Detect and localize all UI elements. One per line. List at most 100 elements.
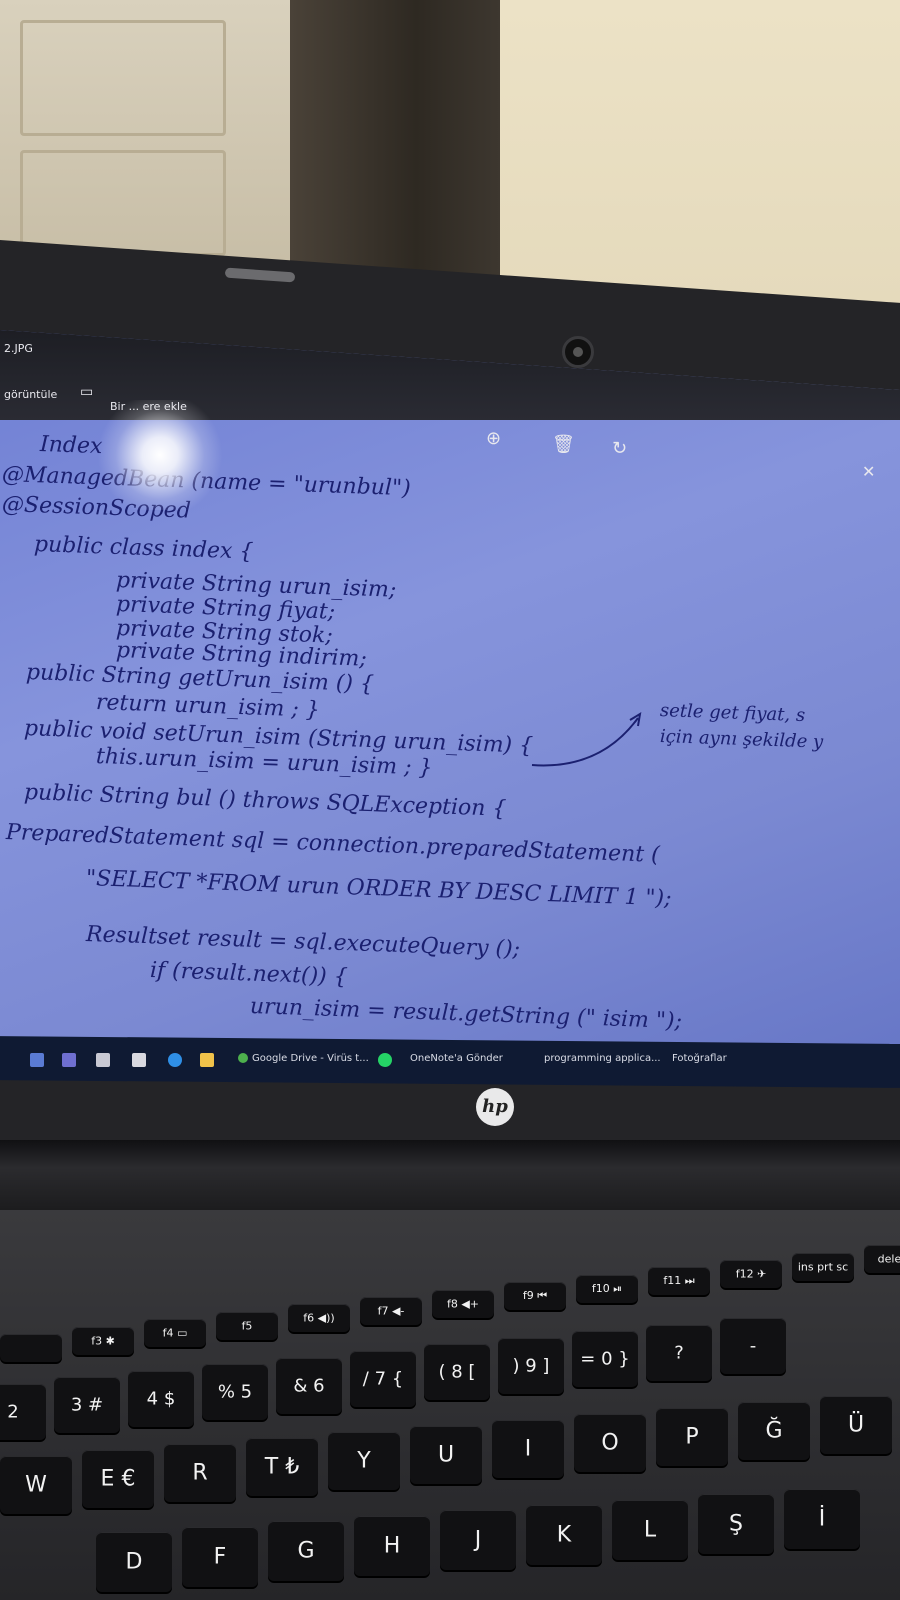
keyboard-key[interactable]: f10 ⏯ bbox=[576, 1274, 638, 1303]
key-label: G bbox=[297, 1538, 315, 1564]
key-label: - bbox=[749, 1335, 757, 1357]
key-label: & 6 bbox=[293, 1375, 325, 1397]
keyboard-key[interactable]: f11 ⏭ bbox=[648, 1267, 710, 1296]
window-filename: 2.JPG bbox=[4, 342, 33, 355]
keyboard-key[interactable]: 3 # bbox=[54, 1377, 120, 1434]
taskbar-item[interactable]: programming applica... bbox=[544, 1053, 661, 1064]
key-label: 3 # bbox=[70, 1394, 104, 1416]
keyboard-key[interactable]: / 7 { bbox=[350, 1351, 416, 1407]
key-label: J bbox=[474, 1527, 482, 1553]
rotate-icon[interactable]: ↻ bbox=[612, 438, 627, 459]
store-icon[interactable] bbox=[30, 1053, 44, 1067]
keyboard-key[interactable]: & 6 bbox=[276, 1357, 342, 1414]
keyboard-key[interactable]: f4 ▭ bbox=[144, 1319, 206, 1348]
key-label: D bbox=[125, 1549, 143, 1575]
keyboard-key[interactable]: f5 bbox=[216, 1311, 278, 1340]
key-label: % 5 bbox=[217, 1381, 253, 1403]
key-label: U bbox=[437, 1442, 455, 1468]
key-label: R bbox=[192, 1460, 208, 1486]
keyboard-key[interactable]: f7 ◀- bbox=[360, 1297, 422, 1325]
key-label: f10 ⏯ bbox=[591, 1281, 623, 1295]
keyboard-key[interactable]: f8 ◀+ bbox=[432, 1289, 494, 1318]
door-panel bbox=[20, 150, 226, 256]
key-label: T ₺ bbox=[264, 1454, 300, 1480]
keyboard-key[interactable]: D bbox=[96, 1532, 172, 1592]
keyboard-key[interactable]: U bbox=[410, 1426, 482, 1484]
edge-icon[interactable] bbox=[168, 1053, 182, 1067]
keyboard-key[interactable]: Ü bbox=[820, 1396, 892, 1454]
keyboard-key[interactable]: f3 ✱ bbox=[72, 1326, 134, 1355]
mail-icon[interactable] bbox=[96, 1053, 110, 1067]
door-panel bbox=[20, 20, 226, 136]
key-label: ins prt sc bbox=[797, 1260, 849, 1274]
keyboard-key[interactable]: P bbox=[656, 1408, 728, 1466]
keyboard-key[interactable]: % 5 bbox=[202, 1364, 268, 1421]
chrome-icon[interactable] bbox=[238, 1053, 248, 1063]
keyboard-key[interactable] bbox=[0, 1334, 62, 1362]
keyboard-key[interactable]: Y bbox=[328, 1432, 400, 1490]
keyboard-key[interactable]: J bbox=[440, 1510, 516, 1571]
webcam bbox=[562, 336, 594, 368]
keyboard-key[interactable]: ( 8 [ bbox=[424, 1344, 490, 1401]
add-button[interactable]: Bir ... ere ekle bbox=[110, 400, 187, 413]
key-label: L bbox=[643, 1517, 657, 1543]
key-label: ) 9 ] bbox=[512, 1355, 550, 1377]
trash-icon[interactable]: 🗑 bbox=[552, 434, 575, 455]
keyboard-key[interactable]: delete bbox=[864, 1245, 900, 1274]
taskbar-item[interactable]: Fotoğraflar bbox=[672, 1053, 727, 1064]
key-label: f3 ✱ bbox=[91, 1334, 115, 1348]
zoom-in-icon[interactable]: ⊕ bbox=[486, 428, 501, 449]
key-label: E € bbox=[100, 1466, 136, 1492]
key-label: I bbox=[524, 1436, 532, 1462]
keyboard-key[interactable]: W bbox=[0, 1456, 72, 1514]
keyboard-key[interactable]: R bbox=[164, 1444, 236, 1502]
key-label: İ bbox=[818, 1506, 826, 1532]
keyboard-key[interactable]: I bbox=[492, 1420, 564, 1478]
key-label: Y bbox=[357, 1448, 371, 1474]
folder-icon[interactable] bbox=[200, 1053, 214, 1067]
key-label: W bbox=[25, 1472, 47, 1498]
close-icon[interactable]: ✕ bbox=[862, 462, 875, 481]
key-label: ? bbox=[674, 1342, 684, 1364]
key-label: F bbox=[213, 1544, 227, 1570]
keyboard-key[interactable]: 2 bbox=[0, 1384, 46, 1440]
key-label: H bbox=[383, 1533, 401, 1559]
keyboard-key[interactable]: İ bbox=[784, 1488, 860, 1549]
keyboard-key[interactable]: K bbox=[526, 1505, 602, 1565]
laptop-hinge bbox=[0, 1140, 900, 1210]
keyboard-key[interactable]: Ğ bbox=[738, 1402, 810, 1460]
keyboard-key[interactable]: G bbox=[268, 1521, 344, 1582]
bag-icon[interactable] bbox=[132, 1053, 146, 1067]
keyboard-key[interactable]: H bbox=[354, 1515, 430, 1576]
taskbar-item[interactable]: Google Drive - Virüs t... bbox=[252, 1053, 369, 1064]
key-label: 4 $ bbox=[146, 1388, 176, 1410]
keyboard-key[interactable]: f6 ◀)) bbox=[288, 1304, 350, 1333]
add-icon[interactable]: ▭ bbox=[80, 384, 93, 400]
keyboard-key[interactable]: ? bbox=[646, 1324, 712, 1381]
keyboard-key[interactable]: ins prt sc bbox=[792, 1252, 854, 1281]
keyboard-key[interactable]: Ş bbox=[698, 1494, 774, 1555]
key-label: P bbox=[685, 1424, 699, 1450]
keyboard-key[interactable]: = 0 } bbox=[572, 1331, 638, 1388]
view-button[interactable]: görüntüle bbox=[4, 388, 57, 401]
key-label: delete bbox=[877, 1252, 900, 1266]
keyboard-key[interactable]: ) 9 ] bbox=[498, 1337, 564, 1394]
key-label: f6 ◀)) bbox=[303, 1311, 335, 1325]
whatsapp-icon[interactable] bbox=[378, 1053, 392, 1067]
keyboard-key[interactable]: T ₺ bbox=[246, 1438, 318, 1496]
keyboard-key[interactable]: O bbox=[574, 1414, 646, 1472]
key-label: Ü bbox=[847, 1412, 865, 1438]
keyboard-key[interactable]: E € bbox=[82, 1450, 154, 1508]
keyboard-key[interactable]: f12 ✈ bbox=[720, 1260, 782, 1288]
key-label: 2 bbox=[7, 1401, 19, 1423]
note-line: Index bbox=[39, 432, 103, 460]
keyboard-key[interactable]: - bbox=[720, 1318, 786, 1374]
taskbar-item[interactable]: OneNote'a Gönder bbox=[410, 1053, 503, 1064]
keyboard-key[interactable]: F bbox=[182, 1526, 258, 1587]
keyboard-key[interactable]: f9 ⏮ bbox=[504, 1282, 566, 1311]
keyboard-key[interactable]: 4 $ bbox=[128, 1370, 194, 1427]
keyboard-key[interactable]: L bbox=[612, 1499, 688, 1560]
key-label: ( 8 [ bbox=[438, 1361, 476, 1383]
yahoo-icon[interactable] bbox=[62, 1053, 76, 1067]
key-label: O bbox=[601, 1430, 619, 1456]
